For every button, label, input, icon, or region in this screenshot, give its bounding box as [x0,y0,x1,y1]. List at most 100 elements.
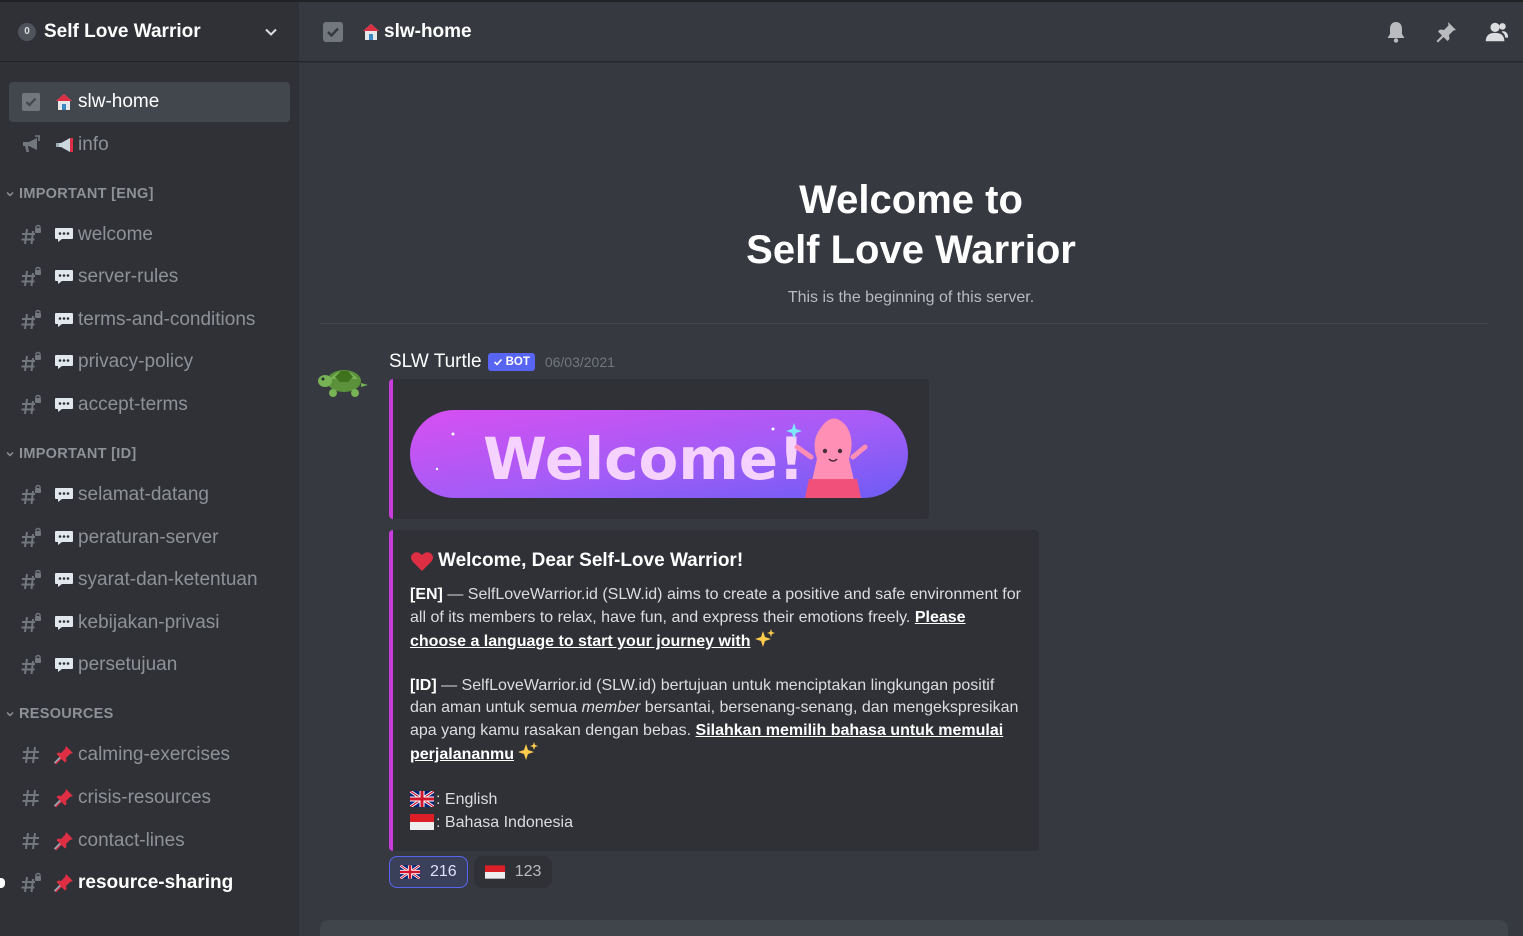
welcome-heading-line1: Welcome to [799,178,1023,222]
uk-flag-icon [400,865,420,879]
locked-hash-icon [20,527,42,549]
speech-bubble-emoji [54,655,74,675]
red-heart-icon [411,552,433,571]
sidebar-item-contact-lines[interactable]: contact-lines [9,821,290,861]
locked-hash-icon [20,266,42,288]
hash-icon [20,830,42,852]
category-header[interactable]: IMPORTANT [ID] [0,441,299,467]
server-welcome: Welcome to Self Love Warrior This is the… [299,62,1523,307]
sidebar-item-resource-sharing[interactable]: resource-sharing [0,863,290,903]
loudspeaker-emoji [54,135,74,155]
message-header: SLW Turtle BOT 06/03/2021 [389,351,615,373]
announcement-icon [20,134,42,156]
welcome-banner-image[interactable]: Welcome! [393,379,929,519]
speech-bubble-emoji [54,267,74,287]
locked-hash-icon [20,654,42,676]
divider [320,323,1488,324]
embed-id-paragraph: [ID] — SelfLoveWarrior.id (SLW.id) bertu… [410,676,1019,764]
sidebar-item-kebijakan-privasi[interactable]: kebijakan-privasi [9,603,290,643]
channel-name: welcome [78,223,153,245]
speech-bubble-emoji [54,570,74,590]
speech-bubble-emoji [54,485,74,505]
channel-name: resource-sharing [78,872,234,894]
speech-bubble-emoji [54,225,74,245]
reaction-button[interactable]: 216 [389,856,468,888]
sidebar-item-calming-exercises[interactable]: calming-exercises [9,735,290,775]
message-author[interactable]: SLW Turtle [389,351,482,373]
channel-title: slw-home [384,20,472,42]
rules-checkbox-icon [20,91,42,113]
channel-name: info [78,133,109,155]
category-header[interactable]: IMPORTANT [ENG] [0,181,299,207]
pinned-messages-icon[interactable] [1433,19,1459,45]
channel-name: persetujuan [78,654,178,676]
sidebar-item-info[interactable]: info [9,125,290,165]
channel-list: slw-home info IMPORTANT [ENG] welcome server… [0,62,299,903]
speech-bubble-emoji [54,352,74,372]
welcome-subtitle: This is the beginning of this server. [787,289,1035,306]
message-composer[interactable] [320,920,1508,936]
hash-icon [20,787,42,809]
welcome-text-embed: Welcome, Dear Self-Love Warrior! [EN] — … [389,530,1039,851]
server-header[interactable]: 0 Self Love Warrior [0,2,299,62]
pushpin-emoji [54,745,74,765]
reactions-bar: 216 123 [389,856,553,888]
sidebar-item-syarat-dan-ketentuan[interactable]: syarat-dan-ketentuan [9,560,290,600]
server-name: Self Love Warrior [44,20,201,42]
sidebar-item-peraturan-server[interactable]: peraturan-server [9,518,290,558]
pushpin-emoji [54,788,74,808]
server-boost-icon: 0 [18,22,36,41]
sidebar-item-welcome[interactable]: welcome [9,215,290,255]
unread-indicator [0,878,5,889]
locked-hash-icon [20,351,42,373]
sidebar-item-server-rules[interactable]: server-rules [9,257,290,297]
sidebar-item-terms-and-conditions[interactable]: terms-and-conditions [9,300,290,340]
chevron-down-icon[interactable] [263,24,279,40]
chevron-down-icon [6,191,14,197]
locked-hash-icon [20,309,42,331]
category-header[interactable]: RESOURCES [0,701,299,727]
member-list-icon[interactable] [1483,19,1509,45]
reaction-button[interactable]: 123 [473,856,553,888]
house-emoji [54,92,74,112]
verified-check-icon [493,358,502,366]
category-name: IMPORTANT [ENG] [19,185,154,202]
rules-checkbox-icon [323,21,343,42]
sidebar-item-selamat-datang[interactable]: selamat-datang [9,475,290,515]
channel-name: terms-and-conditions [78,308,256,330]
turtle-avatar[interactable] [317,357,371,401]
channel-header: slw-home [299,2,1523,62]
header-toolbar [1383,19,1523,45]
chevron-down-icon [6,451,14,457]
indonesia-flag-icon [410,814,434,830]
channel-name: server-rules [78,266,179,288]
locked-hash-icon [20,612,42,634]
indonesia-flag-icon [484,865,505,879]
reaction-count: 216 [430,863,457,880]
locked-hash-icon [20,872,42,894]
sidebar-item-crisis-resources[interactable]: crisis-resources [9,778,290,818]
speech-bubble-emoji [54,395,74,415]
locked-hash-icon [20,224,42,246]
uk-flag-icon [410,791,434,807]
chat-area: slw-home Welcome to Self Love Warrior Th… [299,0,1523,936]
channel-name: crisis-resources [78,786,212,808]
sidebar-item-slw-home[interactable]: slw-home [9,82,290,122]
locked-hash-icon [20,569,42,591]
notification-bell-icon[interactable] [1383,19,1409,45]
channel-name: syarat-dan-ketentuan [78,569,258,591]
sidebar-item-privacy-policy[interactable]: privacy-policy [9,342,290,382]
sidebar-item-persetujuan[interactable]: persetujuan [9,645,290,685]
message-timestamp: 06/03/2021 [544,354,615,370]
speech-bubble-emoji [54,310,74,330]
channel-name: selamat-datang [78,483,209,505]
banner-text: Welcome! [483,425,805,493]
sparkles-icon [518,742,539,760]
chevron-down-icon [6,712,14,717]
house-emoji [363,23,379,40]
channel-name: contact-lines [78,829,185,851]
embed-en-paragraph: [EN] — SelfLoveWarrior.id (SLW.id) aims … [410,586,1021,650]
speech-bubble-emoji [54,613,74,633]
welcome-banner-embed: Welcome! [389,379,929,519]
sidebar-item-accept-terms[interactable]: accept-terms [9,385,290,425]
